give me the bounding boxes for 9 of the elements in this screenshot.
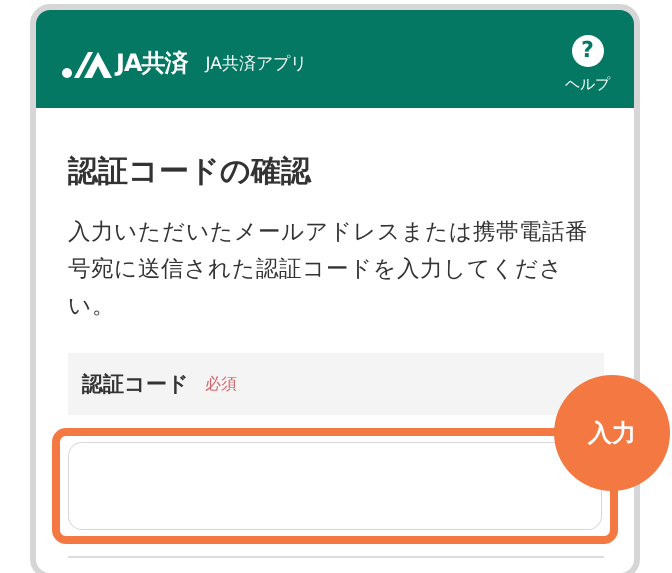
- input-badge: 入力: [554, 375, 670, 491]
- description-text: 入力いただいたメールアドレスまたは携帯電話番号宛に送信された認証コードを入力してください。: [68, 218, 589, 321]
- field-label: 認証コード: [82, 371, 189, 398]
- help-icon: ?: [572, 34, 604, 66]
- required-tag: 必須: [205, 374, 237, 394]
- logo-text: JA共済: [116, 48, 188, 79]
- app-name: JA共済アプリ: [206, 52, 307, 74]
- help-button[interactable]: ? ヘルプ: [565, 34, 610, 94]
- page-title: 認証コードの確認: [68, 153, 312, 191]
